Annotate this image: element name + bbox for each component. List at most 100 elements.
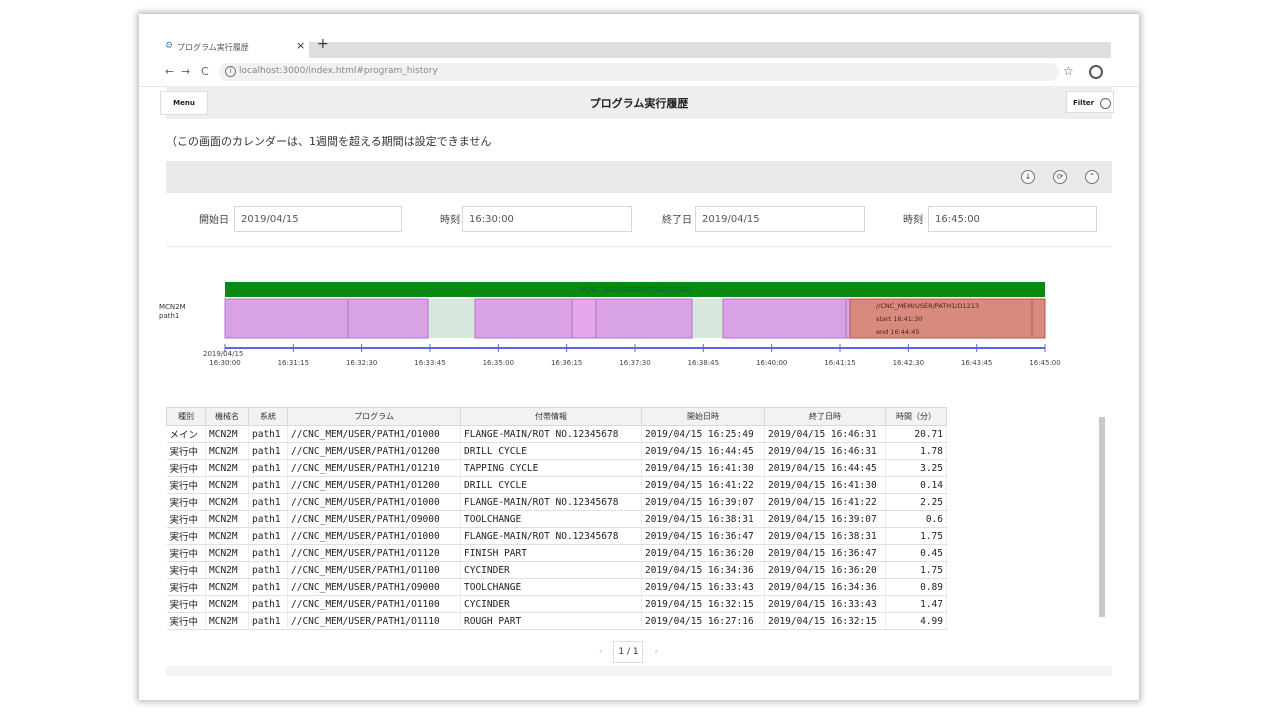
timeline-run-block[interactable] xyxy=(722,298,847,339)
timeline-tooltip-start: start 16:41:30 xyxy=(876,315,922,323)
start-time-field[interactable]: 16:30:00 xyxy=(462,206,632,232)
column-header[interactable]: 終了日時 xyxy=(764,407,886,426)
table-cell: MCN2M xyxy=(205,476,249,494)
timeline-run-block[interactable] xyxy=(1031,298,1046,339)
start-date-field[interactable]: 2019/04/15 xyxy=(234,206,402,232)
tab-close-icon[interactable]: × xyxy=(296,39,305,52)
site-info-icon[interactable]: i xyxy=(225,66,236,77)
table-cell: path1 xyxy=(248,544,288,562)
column-header[interactable]: プログラム xyxy=(287,407,461,426)
table-cell: MCN2M xyxy=(205,595,249,613)
prev-page-button[interactable]: ‹ xyxy=(599,647,603,657)
timeline-run-block[interactable] xyxy=(571,298,597,339)
table-cell: 0.89 xyxy=(885,578,947,596)
timeline-run-block[interactable] xyxy=(845,298,851,339)
column-header[interactable]: 機械名 xyxy=(205,407,249,426)
table-cell: 2019/04/15 16:25:49 xyxy=(641,425,765,443)
url-field[interactable]: i localhost:3000/index.html#program_hist… xyxy=(219,63,1059,81)
end-time-field[interactable]: 16:45:00 xyxy=(928,206,1097,232)
timeline-run-block[interactable] xyxy=(347,298,429,339)
table-row[interactable]: 実行中 MCN2M path1//CNC_MEM/USER/PATH1/O1100 C… xyxy=(166,595,947,613)
next-page-button[interactable]: › xyxy=(654,647,658,657)
column-header[interactable]: 付帯情報 xyxy=(460,407,642,426)
table-cell: path1 xyxy=(248,493,288,511)
history-table: 種別 機械名 系統 プログラム 付帯情報 開始日時 終了日時 時間（分） メイン MCN2M pa… xyxy=(166,407,947,630)
end-date-field[interactable]: 2019/04/15 xyxy=(695,206,865,232)
table-row[interactable]: 実行中 MCN2M path1//CNC_MEM/USER/PATH1/O1120 F… xyxy=(166,544,947,562)
scrollbar-thumb[interactable] xyxy=(1099,417,1105,617)
table-cell: MCN2M xyxy=(205,544,249,562)
table-cell: 実行中 xyxy=(166,561,206,579)
table-cell: MCN2M xyxy=(205,612,249,630)
table-row[interactable]: 実行中 MCN2M path1//CNC_MEM/USER/PATH1/O1200 D… xyxy=(166,442,947,460)
forward-icon[interactable]: → xyxy=(181,65,190,78)
collapse-icon[interactable]: ⌃ xyxy=(1085,170,1099,184)
table-row[interactable]: 実行中 MCN2M path1//CNC_MEM/USER/PATH1/O1210 T… xyxy=(166,459,947,477)
page-title: プログラム実行履歴 xyxy=(589,97,689,110)
table-row[interactable]: 実行中 MCN2M path1//CNC_MEM/USER/PATH1/O1000 F… xyxy=(166,527,947,545)
table-row[interactable]: 実行中 MCN2M path1//CNC_MEM/USER/PATH1/O1200 D… xyxy=(166,476,947,494)
browser-tab[interactable]: ⚙ プログラム実行履歴 × xyxy=(159,34,309,58)
table-row[interactable]: メイン MCN2M path1//CNC_MEM/USER/PATH1/O1000 F… xyxy=(166,425,947,443)
table-cell: MCN2M xyxy=(205,510,249,528)
table-scrollbar[interactable] xyxy=(1097,409,1105,626)
table-cell: path1 xyxy=(248,476,288,494)
table-cell: path1 xyxy=(248,510,288,528)
column-header[interactable]: 時間（分） xyxy=(885,407,947,426)
table-cell: path1 xyxy=(248,442,288,460)
table-cell: 2019/04/15 16:36:20 xyxy=(764,561,886,579)
table-cell: FLANGE-MAIN/ROT NO.12345678 xyxy=(460,425,642,443)
table-row[interactable]: 実行中 MCN2M path1//CNC_MEM/USER/PATH1/O1000 F… xyxy=(166,493,947,511)
table-cell: 2019/04/15 16:41:22 xyxy=(764,493,886,511)
timeline-run-block[interactable] xyxy=(224,298,349,339)
table-cell: //CNC_MEM/USER/PATH1/O1000 xyxy=(287,527,461,545)
timeline-run-block[interactable] xyxy=(595,298,693,339)
timeline-machine-label: MCN2M xyxy=(159,303,186,311)
refresh-icon[interactable]: ⟳ xyxy=(1053,170,1067,184)
table-cell: TOOLCHANGE xyxy=(460,578,642,596)
column-header[interactable]: 種別 xyxy=(166,407,206,426)
table-cell: //CNC_MEM/USER/PATH1/O1000 xyxy=(287,493,461,511)
app-header: Menu プログラム実行履歴 Filter xyxy=(160,86,1114,119)
table-cell: MCN2M xyxy=(205,493,249,511)
reload-icon[interactable]: C xyxy=(201,65,209,78)
table-row[interactable]: 実行中 MCN2M path1//CNC_MEM/USER/PATH1/O9000 T… xyxy=(166,578,947,596)
profile-icon[interactable] xyxy=(1089,65,1103,79)
table-cell: 0.6 xyxy=(885,510,947,528)
end-time-label: 時刻 xyxy=(903,215,923,226)
table-cell: 0.14 xyxy=(885,476,947,494)
table-row[interactable]: 実行中 MCN2M path1//CNC_MEM/USER/PATH1/O1110 R… xyxy=(166,612,947,630)
download-icon[interactable]: ↓ xyxy=(1021,170,1035,184)
table-cell: FLANGE-MAIN/ROT NO.12345678 xyxy=(460,527,642,545)
table-row[interactable]: 実行中 MCN2M path1//CNC_MEM/USER/PATH1/O1100 C… xyxy=(166,561,947,579)
new-tab-button[interactable]: + xyxy=(317,36,329,52)
table-cell: 0.45 xyxy=(885,544,947,562)
back-icon[interactable]: ← xyxy=(165,65,174,78)
table-cell: 実行中 xyxy=(166,442,206,460)
timeline-run-block[interactable] xyxy=(474,298,573,339)
column-header[interactable]: 系統 xyxy=(248,407,288,426)
table-cell: 1.47 xyxy=(885,595,947,613)
bookmark-star-icon[interactable]: ☆ xyxy=(1063,64,1074,78)
timeline-tick-label: 16:41:15 xyxy=(824,359,855,367)
table-cell: 4.99 xyxy=(885,612,947,630)
table-cell: //CNC_MEM/USER/PATH1/O1210 xyxy=(287,459,461,477)
table-cell: 実行中 xyxy=(166,578,206,596)
table-cell: DRILL CYCLE xyxy=(460,442,642,460)
filter-button[interactable]: Filter xyxy=(1066,91,1114,113)
table-cell: MCN2M xyxy=(205,527,249,545)
address-bar: ← → C i localhost:3000/index.html#progra… xyxy=(139,58,1139,87)
filter-icon xyxy=(1099,97,1111,109)
table-cell: 2019/04/15 16:39:07 xyxy=(764,510,886,528)
action-toolbar: ↓ ⟳ ⌃ xyxy=(166,161,1112,193)
table-body: メイン MCN2M path1//CNC_MEM/USER/PATH1/O1000 F… xyxy=(166,425,947,630)
table-cell: 3.25 xyxy=(885,459,947,477)
table-row[interactable]: 実行中 MCN2M path1//CNC_MEM/USER/PATH1/O9000 T… xyxy=(166,510,947,528)
column-header[interactable]: 開始日時 xyxy=(641,407,765,426)
timeline-date-tick: 2019/04/15 xyxy=(203,350,243,358)
filter-label: Filter xyxy=(1073,99,1095,107)
timeline-tick-label: 16:38:45 xyxy=(688,359,719,367)
timeline-tooltip-end: end 16:44:45 xyxy=(876,328,920,336)
table-cell: ROUGH PART xyxy=(460,612,642,630)
app-favicon-icon: ⚙ xyxy=(165,41,174,51)
